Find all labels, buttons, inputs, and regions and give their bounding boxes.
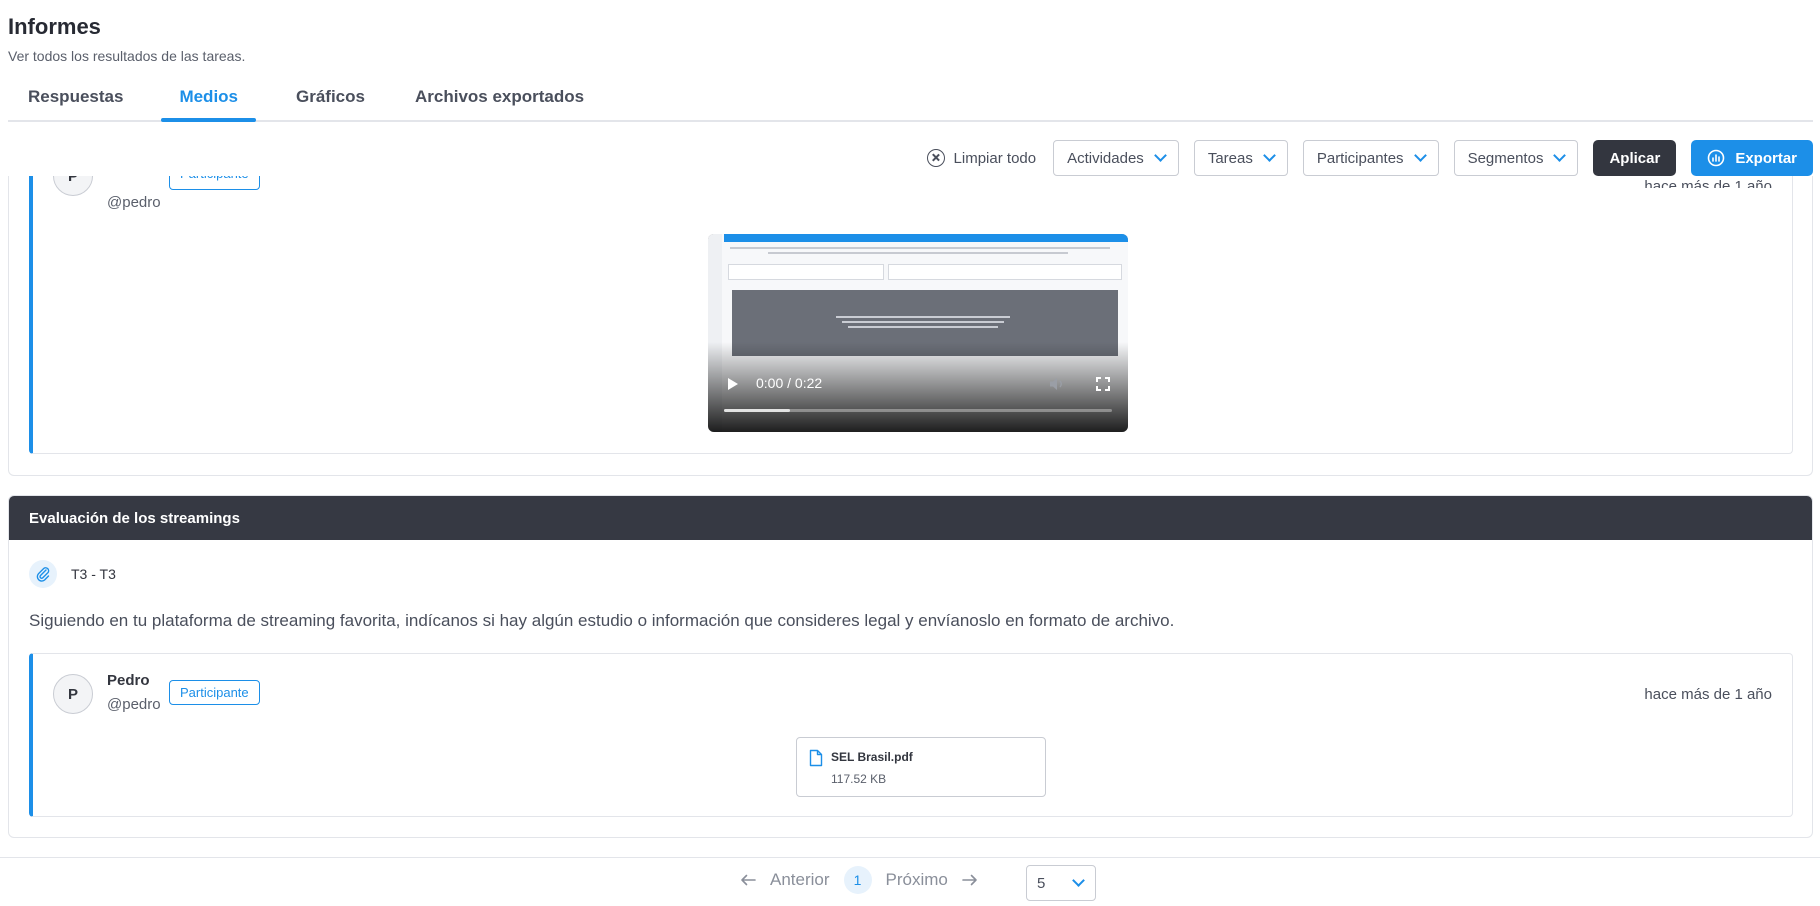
task-card: Evaluación de los streamings T3 - T3 Sig… xyxy=(8,495,1813,838)
chevron-down-icon xyxy=(1153,149,1167,162)
chevron-down-icon xyxy=(1553,149,1567,162)
clear-all-label: Limpiar todo xyxy=(953,149,1037,167)
role-badge: Participante xyxy=(169,176,260,190)
chart-icon xyxy=(1708,149,1725,167)
file-size: 117.52 KB xyxy=(831,772,887,786)
tasks-dropdown[interactable]: Tareas xyxy=(1193,140,1288,176)
tab-graficos[interactable]: Gráficos xyxy=(276,82,385,120)
export-label: Exportar xyxy=(1735,149,1797,167)
response-card: P Pedro @pedro Participante hace más de … xyxy=(29,653,1793,817)
response-time: hace más de 1 año xyxy=(1644,686,1772,703)
arrow-left-icon[interactable] xyxy=(740,874,756,886)
fullscreen-icon[interactable] xyxy=(1096,377,1110,391)
page-size-select[interactable]: 5 xyxy=(1026,865,1096,901)
video-frame-text xyxy=(848,326,998,328)
avatar: P xyxy=(53,176,93,196)
play-icon[interactable] xyxy=(728,378,738,390)
participants-dropdown[interactable]: Participantes xyxy=(1302,140,1439,176)
chevron-down-icon xyxy=(1072,874,1085,887)
task-header: Evaluación de los streamings xyxy=(9,496,1812,540)
arrow-right-icon[interactable] xyxy=(962,874,978,886)
file-attachment[interactable]: SEL Brasil.pdf 117.52 KB xyxy=(796,737,1046,797)
export-button[interactable]: Exportar xyxy=(1691,140,1813,176)
participant-name: Pedro xyxy=(107,672,150,689)
paperclip-icon xyxy=(29,560,57,588)
clear-all-button[interactable]: Limpiar todo xyxy=(926,149,1037,167)
video-frame-box xyxy=(728,264,884,280)
pagination-bar: Anterior 1 Próximo 5 xyxy=(0,857,1820,906)
video-frame-text xyxy=(768,252,1068,254)
task-tag: T3 - T3 xyxy=(29,560,116,588)
file-icon xyxy=(809,749,823,767)
tasks-label: Tareas xyxy=(1207,149,1253,167)
page-header: Informes Ver todos los resultados de las… xyxy=(8,14,245,64)
tab-medios[interactable]: Medios xyxy=(159,82,258,122)
avatar-letter: P xyxy=(67,685,78,703)
chevron-down-icon xyxy=(1262,149,1276,162)
task-tag-label: T3 - T3 xyxy=(71,566,116,582)
video-progress-buffer xyxy=(724,409,790,412)
video-frame-box xyxy=(888,264,1122,280)
segments-label: Segmentos xyxy=(1467,149,1544,167)
video-frame-text xyxy=(842,321,1004,323)
pagination: Anterior 1 Próximo xyxy=(740,866,978,894)
apply-button[interactable]: Aplicar xyxy=(1593,140,1677,176)
video-frame-text xyxy=(730,247,1110,249)
chevron-down-icon xyxy=(1413,149,1427,162)
avatar: P xyxy=(53,674,93,714)
activities-label: Actividades xyxy=(1067,149,1144,167)
next-page-button[interactable]: Próximo xyxy=(886,870,948,890)
avatar-letter: P xyxy=(67,176,78,185)
previous-page-button[interactable]: Anterior xyxy=(770,870,830,890)
activities-dropdown[interactable]: Actividades xyxy=(1053,140,1179,176)
volume-icon[interactable] xyxy=(1048,376,1066,392)
tab-bar: Respuestas Medios Gráficos Archivos expo… xyxy=(8,82,1813,122)
tab-respuestas[interactable]: Respuestas xyxy=(8,82,143,120)
page-subtitle: Ver todos los resultados de las tareas. xyxy=(8,48,246,64)
segments-dropdown[interactable]: Segmentos xyxy=(1453,140,1579,176)
previous-task-card: P @pedro Participante hace más de 1 año xyxy=(8,176,1813,476)
video-progress-bar[interactable] xyxy=(724,409,1112,412)
tab-archivos-exportados[interactable]: Archivos exportados xyxy=(395,82,604,120)
page-title: Informes xyxy=(8,14,101,39)
video-frame-topbar xyxy=(724,234,1128,242)
participant-handle: @pedro xyxy=(107,696,161,713)
video-player[interactable]: 0:00 / 0:22 xyxy=(708,234,1128,432)
video-frame-text xyxy=(836,316,1010,318)
response-card: P @pedro Participante hace más de 1 año xyxy=(29,176,1793,454)
file-name: SEL Brasil.pdf xyxy=(831,750,913,764)
participant-handle: @pedro xyxy=(107,194,161,211)
task-question: Siguiendo en tu plataforma de streaming … xyxy=(29,611,1175,630)
current-page[interactable]: 1 xyxy=(843,866,872,894)
filter-bar: Limpiar todo Actividades Tareas Particip… xyxy=(926,140,1813,176)
page-size-value: 5 xyxy=(1037,874,1046,892)
close-circle-icon xyxy=(926,149,945,167)
response-time: hace más de 1 año xyxy=(1644,178,1772,188)
participants-label: Participantes xyxy=(1316,149,1404,167)
role-badge: Participante xyxy=(169,680,260,705)
video-time: 0:00 / 0:22 xyxy=(756,375,823,391)
